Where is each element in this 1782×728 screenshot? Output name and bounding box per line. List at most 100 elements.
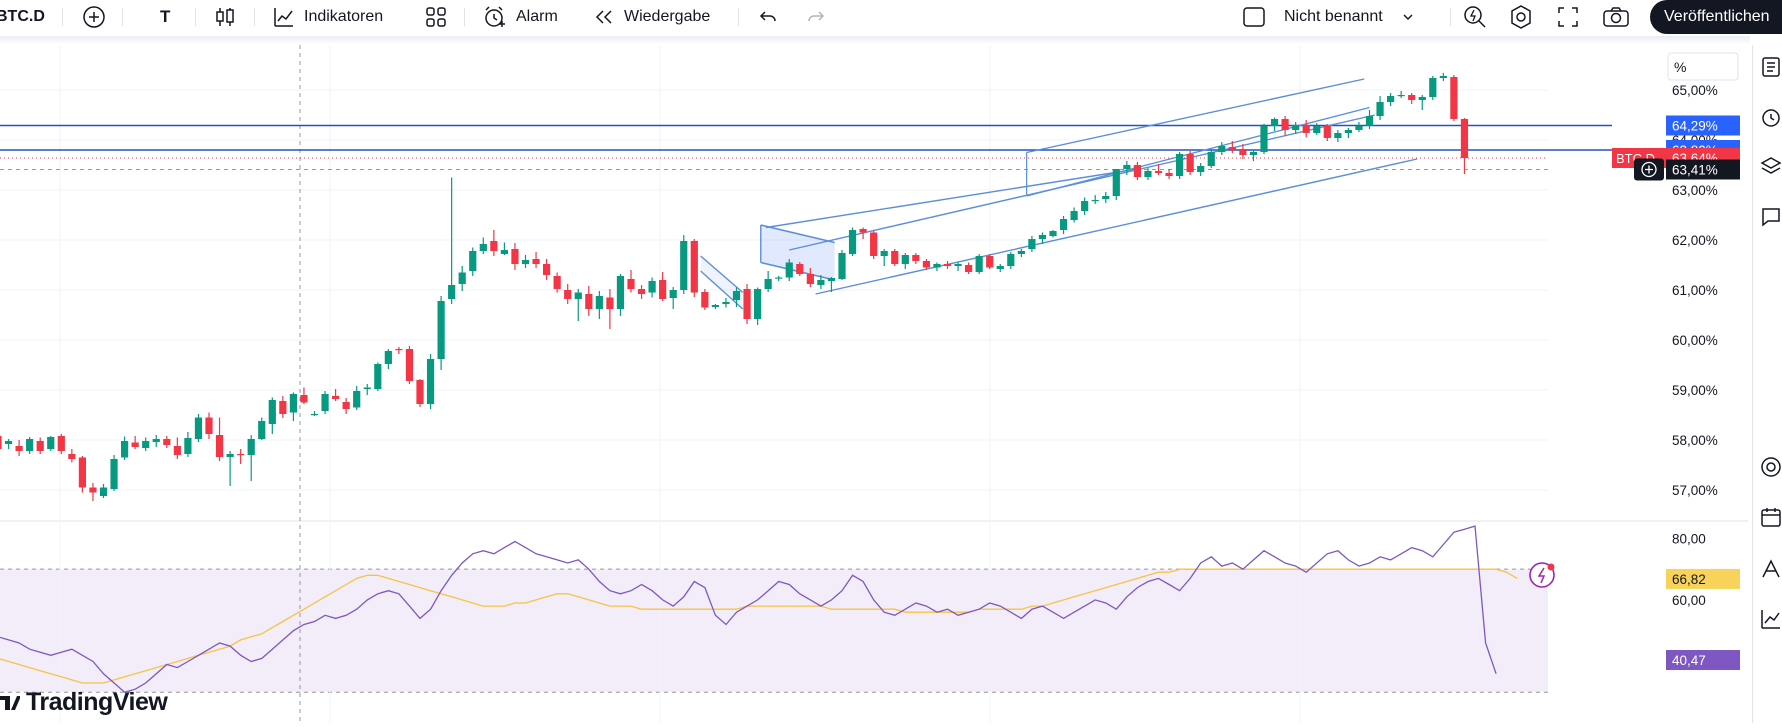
candle <box>353 391 361 408</box>
candle <box>722 302 730 304</box>
candle <box>163 439 171 445</box>
candle <box>268 400 276 424</box>
candle <box>637 289 646 294</box>
publish-button[interactable]: Veröffentlichen <box>1650 0 1782 34</box>
candle <box>89 487 97 493</box>
candle <box>1387 96 1395 102</box>
candle <box>1355 126 1363 130</box>
candle <box>1408 95 1416 100</box>
candle <box>1165 173 1173 176</box>
rsi-badge-label: 40,47 <box>1672 653 1706 668</box>
candle <box>121 441 129 458</box>
candle <box>848 230 857 254</box>
redo-icon <box>808 11 825 22</box>
price-tick-label: 62,00% <box>1672 233 1718 248</box>
candle <box>996 266 1004 269</box>
candle <box>870 232 878 256</box>
candle <box>300 395 308 403</box>
candle <box>57 436 65 451</box>
toolbar-divider <box>1450 8 1451 26</box>
candle <box>827 278 836 281</box>
candle <box>743 289 751 319</box>
watchlist-icon[interactable] <box>1759 55 1782 79</box>
candle <box>732 291 741 300</box>
rsi-tick-label: 60,00 <box>1672 593 1706 608</box>
candle <box>1450 77 1458 119</box>
candle <box>289 394 297 413</box>
indicators-button[interactable]: Indikatoren <box>272 0 383 34</box>
alarm-clock-icon <box>485 6 505 27</box>
price-tick-label: 57,00% <box>1672 483 1718 498</box>
toolbar-shadow <box>0 36 1750 44</box>
ascending-channel-line[interactable] <box>765 168 1138 229</box>
fullscreen-button[interactable] <box>1556 0 1580 34</box>
tradingview-logo-icon <box>0 695 20 710</box>
candle <box>606 297 614 309</box>
target-icon[interactable] <box>1759 455 1782 479</box>
price-tick-label: 63,00% <box>1672 183 1718 198</box>
candle <box>363 387 371 389</box>
alerts-clock-icon[interactable] <box>1759 105 1782 129</box>
undo-button[interactable] <box>756 0 780 34</box>
alert-indicator[interactable] <box>1529 562 1555 588</box>
candle <box>395 349 403 351</box>
candle <box>1049 231 1057 236</box>
candle <box>817 280 825 285</box>
templates-button[interactable] <box>424 0 448 34</box>
candle <box>775 277 783 279</box>
candle <box>205 417 213 434</box>
fullscreen-icon <box>1558 7 1578 27</box>
candle <box>690 241 698 293</box>
candle <box>1239 149 1247 155</box>
chat-icon[interactable] <box>1759 205 1782 229</box>
calendar-icon[interactable] <box>1759 505 1782 529</box>
price-axis[interactable]: % <box>1667 52 1739 81</box>
symbol-search-button[interactable]: BTC.D <box>0 0 45 34</box>
candle <box>901 255 909 264</box>
alarm-button[interactable]: Alarm <box>482 0 558 34</box>
rising-channel-line[interactable] <box>1026 106 1370 197</box>
settings-button[interactable] <box>1508 0 1534 34</box>
candle <box>1365 116 1374 126</box>
candle <box>986 256 994 268</box>
candle <box>954 264 962 266</box>
candle <box>332 396 340 399</box>
candle <box>1376 102 1384 116</box>
layout-menu-button[interactable]: Nicht benannt <box>1242 0 1415 34</box>
candle <box>1154 171 1163 173</box>
candle <box>47 437 55 449</box>
chart-line-icon[interactable] <box>1759 607 1782 631</box>
indicators-icon <box>274 8 293 27</box>
candle <box>532 259 540 264</box>
layers-icon[interactable] <box>1759 155 1782 179</box>
compare-symbol-button[interactable] <box>82 0 106 34</box>
chart-area[interactable]: % 65,00%64,00%63,00%62,00%61,00%60,00%59… <box>0 45 1750 723</box>
price-chart[interactable]: % 65,00%64,00%63,00%62,00%61,00%60,00%59… <box>0 45 1750 723</box>
ascending-channel-line[interactable] <box>789 114 1375 251</box>
candle <box>416 380 424 404</box>
candle <box>1197 166 1205 172</box>
candle <box>627 279 635 289</box>
chart-type-button[interactable] <box>214 0 236 34</box>
ideas-icon[interactable] <box>1759 557 1782 581</box>
redo-button[interactable] <box>804 0 828 34</box>
toolbar-divider <box>122 8 123 26</box>
replay-rewind-icon <box>595 10 612 24</box>
candle <box>342 402 350 409</box>
candle <box>1091 200 1099 202</box>
candle <box>1323 126 1331 138</box>
replay-button[interactable]: Wiedergabe <box>592 0 710 34</box>
candle <box>99 487 108 496</box>
candle <box>1123 165 1131 169</box>
horizontal-lines[interactable] <box>0 124 1612 151</box>
text-tool-button[interactable]: T <box>160 0 170 34</box>
candle <box>521 260 530 264</box>
snapshot-button[interactable] <box>1602 0 1630 34</box>
toolbar-divider <box>195 8 196 26</box>
candle <box>754 289 762 319</box>
candle <box>1397 95 1405 97</box>
candle <box>1270 119 1279 126</box>
quick-search-button[interactable] <box>1462 0 1488 34</box>
candle <box>194 417 203 439</box>
watermark-label: TradingView <box>26 688 168 716</box>
